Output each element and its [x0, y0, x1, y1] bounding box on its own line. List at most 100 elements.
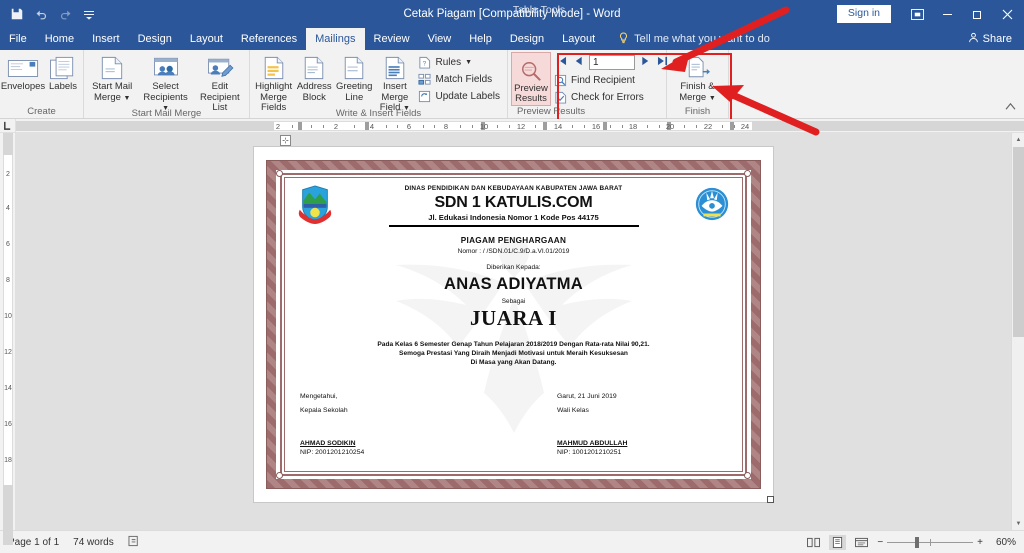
vruler-tick: 18 — [4, 457, 12, 464]
zoom-center-tick — [930, 538, 932, 546]
left-tab-stop-icon[interactable] — [0, 118, 16, 133]
restore-button[interactable] — [962, 0, 992, 28]
highlight-merge-fields-button[interactable]: Highlight Merge Fields — [253, 52, 294, 114]
update-labels-button[interactable]: Update Labels — [416, 88, 505, 105]
zoom-out-button[interactable]: − — [877, 537, 883, 548]
envelopes-button[interactable]: Envelopes — [1, 52, 45, 93]
insert-merge-field-label-1: Insert Merge — [381, 81, 409, 103]
table-resize-handle[interactable] — [767, 496, 774, 503]
ruler-tick: 24 — [740, 121, 750, 131]
finish-and-merge-button[interactable]: Finish & Merge ▼ — [670, 52, 725, 103]
page-indicator[interactable]: Page 1 of 1 — [8, 537, 59, 548]
customize-qat-icon[interactable] — [78, 3, 100, 25]
collapse-ribbon-icon[interactable] — [1005, 102, 1016, 114]
vertical-scrollbar[interactable]: ▲ ▼ — [1011, 133, 1024, 530]
select-recipients-icon — [152, 54, 180, 80]
word-count[interactable]: 74 words — [73, 537, 114, 548]
signature-right-name: MAHMUD ABDULLAH — [557, 440, 628, 447]
certificate-award: JUARA I — [470, 306, 557, 330]
insert-merge-field-button[interactable]: Insert Merge Field ▼ — [374, 52, 415, 114]
next-record-icon[interactable] — [639, 56, 652, 69]
tab-review[interactable]: Review — [365, 28, 419, 50]
certificate-given-to-label: Diberikan Kepada: — [486, 264, 541, 271]
zoom-in-button[interactable]: + — [977, 537, 983, 548]
scroll-down-icon[interactable]: ▼ — [1012, 517, 1024, 530]
document-canvas[interactable]: ⊹ DINAS PENDIDIKAN DAN KEBUDAYAAN KABUPA… — [16, 133, 1011, 530]
share-button[interactable]: Share — [968, 28, 1024, 50]
redo-icon[interactable] — [54, 3, 76, 25]
tab-insert[interactable]: Insert — [83, 28, 129, 50]
proofing-errors-icon[interactable] — [128, 535, 141, 550]
certificate-description-line-2: Semoga Prestasi Yang Diraih Menjadi Moti… — [399, 350, 628, 357]
vertical-ruler[interactable]: 2 4 6 8 10 12 14 16 18 — [0, 133, 16, 545]
certificate-org-header: DINAS PENDIDIKAN DAN KEBUDAYAAN KABUPATE… — [404, 185, 623, 192]
preview-results-label-2: Results — [515, 93, 547, 104]
quick-access-toolbar — [0, 3, 100, 25]
close-button[interactable] — [992, 0, 1022, 28]
tab-table-design[interactable]: Design — [501, 28, 553, 50]
preview-results-button[interactable]: Preview Results — [511, 52, 551, 106]
tab-file[interactable]: File — [0, 28, 36, 50]
signature-left: Mengetahui, Kepala Sekolah AHMAD SODIKIN… — [300, 393, 470, 456]
ruler-tick: 20 — [665, 121, 675, 131]
tab-table-layout[interactable]: Layout — [553, 28, 604, 50]
zoom-thumb[interactable] — [915, 536, 920, 548]
save-icon[interactable] — [6, 3, 28, 25]
ribbon-display-options-icon[interactable] — [902, 0, 932, 28]
read-mode-icon[interactable] — [805, 535, 822, 550]
select-recipients-button[interactable]: Select Recipients ▼ — [137, 52, 193, 114]
horizontal-ruler[interactable]: 2 2 4 6 8 10 12 14 16 18 20 22 24 — [0, 118, 1024, 133]
first-record-icon[interactable] — [555, 56, 568, 69]
certificate-school-name: SDN 1 KATULIS.COM — [434, 194, 593, 211]
scrollbar-thumb[interactable] — [1013, 147, 1024, 337]
start-mail-merge-label-2: Merge ▼ — [93, 91, 131, 103]
address-block-button[interactable]: Address Block — [294, 52, 334, 103]
envelope-icon — [7, 54, 39, 80]
match-fields-button[interactable]: Match Fields — [416, 71, 505, 88]
find-recipient-button[interactable]: Find Recipient — [551, 72, 671, 89]
tell-me-label: Tell me what you want to do — [634, 33, 770, 45]
tab-home[interactable]: Home — [36, 28, 83, 50]
rules-button[interactable]: ? Rules ▼ — [416, 54, 505, 71]
document-page[interactable]: ⊹ DINAS PENDIDIKAN DAN KEBUDAYAAN KABUPA… — [254, 135, 774, 503]
ruler-tick: 10 — [479, 121, 489, 131]
tab-design[interactable]: Design — [129, 28, 181, 50]
ruler-tick: 14 — [553, 121, 563, 131]
minimize-button[interactable] — [932, 0, 962, 28]
table-move-handle-icon[interactable]: ⊹ — [280, 135, 291, 146]
greeting-line-button[interactable]: Greeting Line — [334, 52, 374, 103]
undo-icon[interactable] — [30, 3, 52, 25]
status-bar-right: − + 60% — [805, 534, 1016, 550]
write-insert-small-buttons: ? Rules ▼ Match Fields Update Labels — [416, 52, 505, 105]
tab-layout[interactable]: Layout — [181, 28, 232, 50]
zoom-track[interactable] — [887, 536, 974, 548]
tell-me-search[interactable]: Tell me what you want to do — [610, 28, 780, 50]
tab-references[interactable]: References — [232, 28, 306, 50]
zoom-level[interactable]: 60% — [990, 537, 1016, 548]
zoom-slider[interactable]: − + — [877, 536, 983, 548]
ruler-track: 2 2 4 6 8 10 12 14 16 18 20 22 24 — [16, 119, 1024, 133]
ruler-tick: 6 — [406, 121, 412, 131]
record-navigation: 1 — [551, 52, 671, 72]
tab-view[interactable]: View — [419, 28, 461, 50]
previous-record-icon[interactable] — [572, 56, 585, 69]
finish-and-merge-label-2: Merge ▼ — [679, 91, 716, 103]
tab-help[interactable]: Help — [460, 28, 501, 50]
address-block-label-2: Block — [302, 91, 326, 103]
check-for-errors-button[interactable]: Check for Errors — [551, 89, 671, 106]
web-layout-icon[interactable] — [853, 535, 870, 550]
vruler-tick: 6 — [6, 241, 10, 248]
vruler-tick: 14 — [4, 385, 12, 392]
group-label-finish: Finish — [684, 106, 711, 117]
sign-in-button[interactable]: Sign in — [835, 4, 892, 24]
finish-and-merge-icon — [685, 54, 711, 80]
print-layout-icon[interactable] — [829, 534, 847, 550]
labels-button[interactable]: Labels — [43, 52, 83, 93]
contextual-tool-label: Table Tools — [512, 4, 566, 16]
tab-mailings[interactable]: Mailings — [306, 28, 365, 50]
chevron-down-icon: ▼ — [465, 59, 473, 66]
scroll-up-icon[interactable]: ▲ — [1012, 133, 1024, 146]
record-number-input[interactable]: 1 — [589, 55, 635, 70]
edit-recipient-list-button[interactable]: Edit Recipient List — [194, 52, 246, 114]
start-mail-merge-button[interactable]: Start Mail Merge ▼ — [87, 52, 137, 103]
